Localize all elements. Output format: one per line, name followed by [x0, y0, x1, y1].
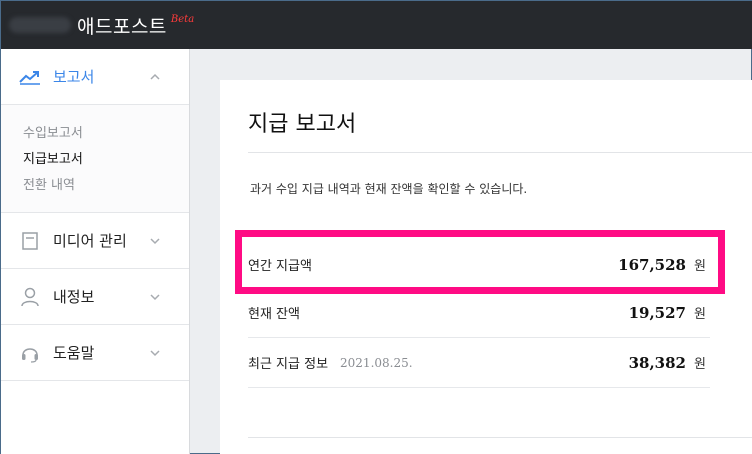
row-label: 최근 지급 정보 [248, 357, 329, 372]
page-title: 지급 보고서 [248, 112, 357, 137]
submenu-item-income-report[interactable]: 수입보고서 [23, 121, 189, 147]
user-icon [19, 286, 41, 308]
top-bar: 애드포스트 Beta [1, 1, 752, 49]
chevron-down-icon[interactable] [149, 344, 161, 357]
brand-logo-blurred [9, 17, 71, 33]
sidebar-item-label: 내정보 [53, 288, 95, 306]
submenu-item-conversion-history[interactable]: 전환 내역 [23, 173, 189, 199]
row-amount: 38,382 [628, 353, 686, 372]
row-unit: 원 [694, 357, 706, 372]
sidebar-item-report[interactable]: 보고서 [1, 49, 189, 105]
brand-name[interactable]: 애드포스트 [77, 12, 167, 39]
chevron-down-icon[interactable] [149, 232, 161, 245]
row-unit: 원 [694, 307, 706, 322]
document-icon [19, 230, 41, 252]
sidebar-item-help[interactable]: 도움말 [1, 325, 189, 381]
sidebar-item-label: 미디어 관리 [53, 232, 127, 250]
submenu-item-payment-report[interactable]: 지급보고서 [23, 147, 189, 173]
headset-icon [19, 342, 41, 364]
row-amount: 19,527 [628, 303, 686, 322]
highlight-box [235, 230, 725, 294]
chart-line-icon [19, 66, 41, 88]
chevron-down-icon[interactable] [149, 288, 161, 301]
divider [248, 437, 752, 438]
row-label: 현재 잔액 [248, 307, 300, 322]
report-submenu: 수입보고서 지급보고서 전환 내역 [1, 105, 189, 213]
chevron-up-icon[interactable] [149, 68, 161, 80]
sidebar: 보고서 수입보고서 지급보고서 전환 내역 미디어 관리 내정보 도움말 [1, 49, 190, 454]
beta-badge: Beta [170, 13, 195, 25]
row-date: 2021.08.25. [340, 355, 413, 370]
sidebar-item-label: 보고서 [53, 68, 95, 86]
divider [248, 152, 752, 153]
sidebar-item-my-info[interactable]: 내정보 [1, 269, 189, 325]
recent-payment-row: 최근 지급 정보 2021.08.25. 38,382 원 [248, 338, 710, 388]
page-description: 과거 수입 지급 내역과 현재 잔액을 확인할 수 있습니다. [250, 182, 528, 196]
current-balance-row: 현재 잔액 19,527 원 [248, 288, 710, 338]
sidebar-item-media[interactable]: 미디어 관리 [1, 213, 189, 269]
sidebar-item-label: 도움말 [53, 344, 95, 362]
